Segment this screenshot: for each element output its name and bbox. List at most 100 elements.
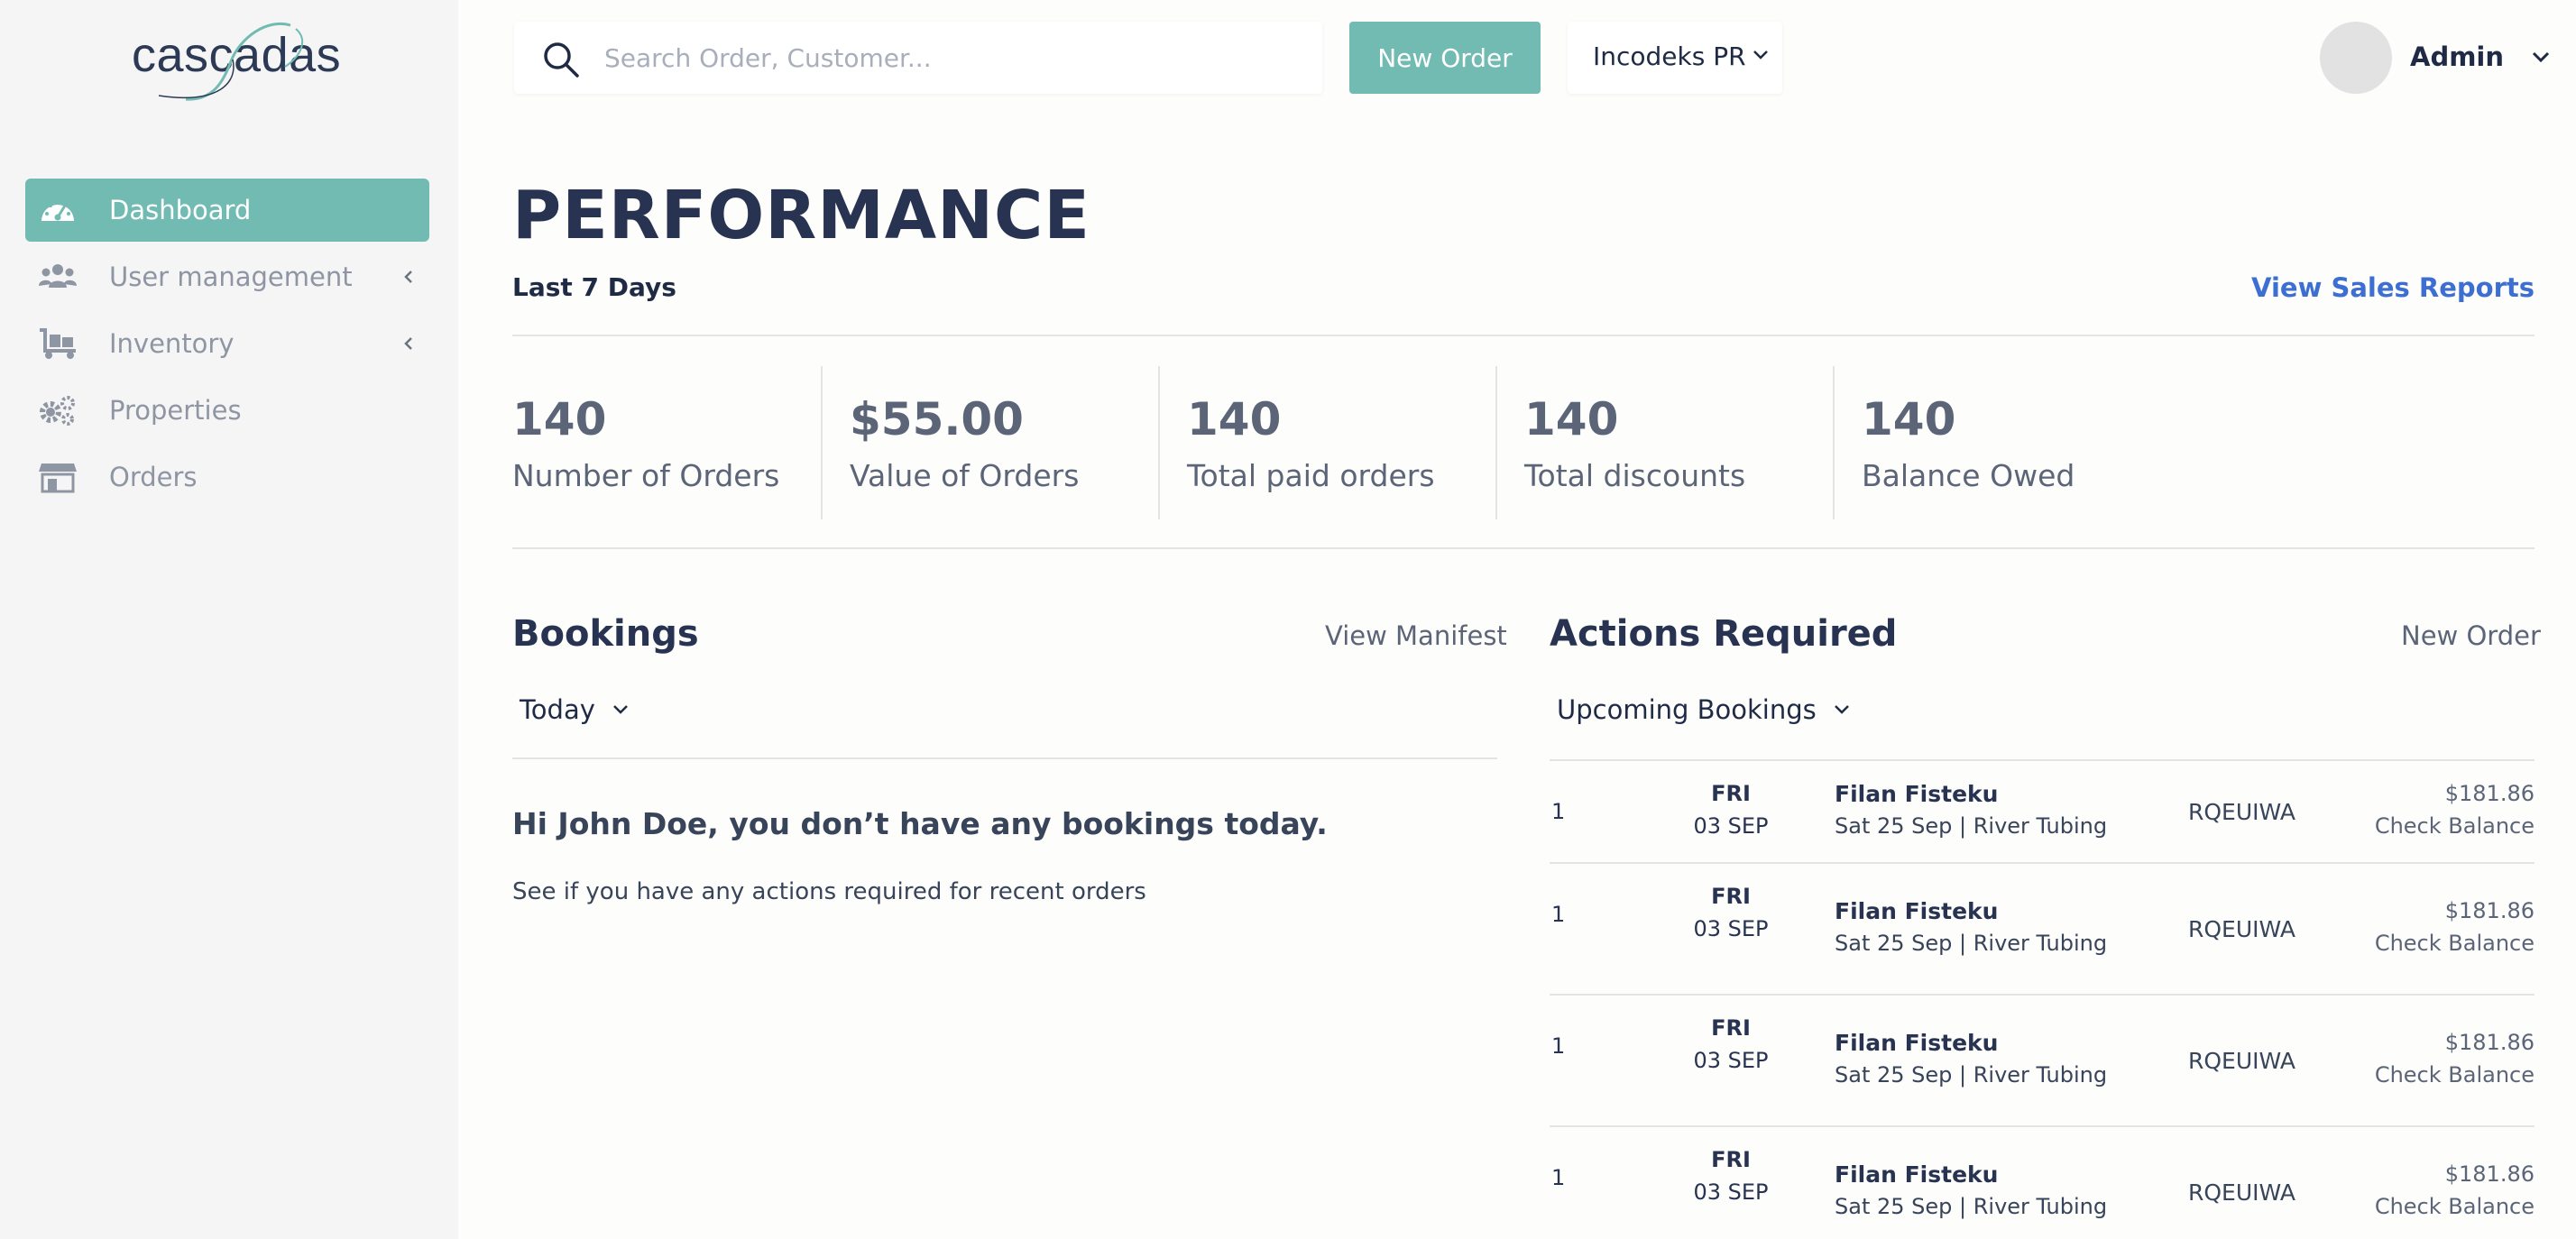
row-amount: $181.86 [2444,1161,2535,1187]
actions-table: 1 FRI 03 SEP Filan Fisteku Sat 25 Sep | … [1550,759,2535,1239]
chevron-down-icon [612,705,628,714]
sidebar-item-dashboard[interactable]: Dashboard [25,179,429,242]
stat-value: $55.00 [850,393,1024,445]
company-select-value: Incodeks PR [1593,41,1746,71]
stat-label: Total paid orders [1187,458,1435,493]
stat-value: 140 [1862,393,1956,445]
check-balance-link[interactable]: Check Balance [2375,1062,2535,1088]
row-index: 1 [1551,1033,1566,1059]
row-customer-name: Filan Fisteku [1835,1161,1999,1188]
view-manifest-link[interactable]: View Manifest [1325,620,1507,651]
row-date: 03 SEP [1693,813,1769,839]
table-row[interactable]: 1 FRI 03 SEP Filan Fisteku Sat 25 Sep | … [1550,994,2535,1125]
gears-icon [40,396,75,426]
sidebar-item-orders[interactable]: Orders [25,445,429,509]
period-label: Last 7 Days [512,272,676,302]
divider [512,757,1497,759]
row-booking-detail: Sat 25 Sep | River Tubing [1835,931,2108,956]
sidebar-nav: Dashboard User management Inventory Prop… [25,179,429,512]
check-balance-link[interactable]: Check Balance [2375,813,2535,839]
cascadas-logo[interactable]: cascadas [132,20,341,106]
row-day: FRI [1711,1147,1751,1172]
search-box [514,22,1322,94]
dolly-cart-icon [40,328,76,359]
sidebar-item-properties[interactable]: Properties [25,379,429,442]
chevron-left-icon [404,337,412,350]
logo-swoosh-icon [158,22,304,101]
row-date: 03 SEP [1693,916,1769,941]
user-name: Admin [2410,41,2505,72]
row-date: 03 SEP [1693,1048,1769,1073]
row-order-code: RQEUIWA [2188,1048,2295,1074]
row-date: 03 SEP [1693,1179,1769,1205]
new-order-button[interactable]: New Order [1349,22,1541,94]
stat-value: 140 [1187,393,1282,445]
row-booking-detail: Sat 25 Sep | River Tubing [1835,813,2108,839]
table-row[interactable]: 1 FRI 03 SEP Filan Fisteku Sat 25 Sep | … [1550,862,2535,994]
row-index: 1 [1551,799,1566,824]
stat-value: 140 [512,393,607,445]
row-day: FRI [1711,781,1751,806]
chevron-down-icon [1753,50,1768,60]
sidebar: cascadas Dashboard User management Inven… [0,0,458,1239]
chevron-down-icon [2532,51,2550,63]
check-balance-link[interactable]: Check Balance [2375,931,2535,956]
bookings-title: Bookings [512,613,699,655]
bookings-empty-message: Hi John Doe, you don’t have any bookings… [512,806,1328,841]
stat-value-of-orders: $55.00 Value of Orders [821,366,1158,519]
row-index: 1 [1551,1165,1566,1190]
check-balance-link[interactable]: Check Balance [2375,1194,2535,1219]
row-order-code: RQEUIWA [2188,1179,2295,1206]
dashboard-gauge-icon [41,200,74,221]
actions-required-title: Actions Required [1550,613,1898,655]
row-day: FRI [1711,1015,1751,1041]
stats-row: 140 Number of Orders $55.00 Value of Ord… [512,366,2199,519]
stat-balance-owed: 140 Balance Owed [1833,366,2170,519]
stat-label: Total discounts [1524,458,1746,493]
page-title: PERFORMANCE [512,177,1090,254]
store-icon [39,463,77,493]
stat-total-discounts: 140 Total discounts [1495,366,1833,519]
search-input[interactable] [604,36,1290,79]
table-row[interactable]: 1 FRI 03 SEP Filan Fisteku Sat 25 Sep | … [1550,759,2535,862]
stat-total-paid-orders: 140 Total paid orders [1158,366,1495,519]
row-order-code: RQEUIWA [2188,799,2295,825]
users-icon [39,264,77,288]
row-order-code: RQEUIWA [2188,916,2295,942]
sidebar-item-label: Inventory [109,328,235,359]
filter-value: Today [520,694,595,725]
row-customer-name: Filan Fisteku [1835,781,1999,807]
row-booking-detail: Sat 25 Sep | River Tubing [1835,1194,2108,1219]
stat-label: Balance Owed [1862,458,2075,493]
row-amount: $181.86 [2444,1030,2535,1055]
view-sales-reports-link[interactable]: View Sales Reports [2251,272,2535,303]
bookings-empty-subtext: See if you have any actions required for… [512,878,1146,905]
sidebar-item-label: Dashboard [109,195,252,225]
row-index: 1 [1551,902,1566,927]
chevron-left-icon [404,271,412,283]
row-customer-name: Filan Fisteku [1835,898,1999,924]
search-icon [544,42,579,78]
stat-value: 140 [1524,393,1619,445]
row-amount: $181.86 [2444,781,2535,806]
table-row[interactable]: 1 FRI 03 SEP Filan Fisteku Sat 25 Sep | … [1550,1125,2535,1239]
row-customer-name: Filan Fisteku [1835,1030,1999,1056]
actions-filter-select[interactable]: Upcoming Bookings [1557,694,1851,725]
user-menu[interactable]: Admin [2316,20,2551,96]
row-day: FRI [1711,884,1751,909]
company-select[interactable]: Incodeks PR [1568,22,1782,94]
sidebar-item-label: Properties [109,395,242,426]
stat-label: Value of Orders [850,458,1080,493]
divider [512,335,2535,336]
divider [512,547,2535,549]
row-booking-detail: Sat 25 Sep | River Tubing [1835,1062,2108,1088]
sidebar-item-inventory[interactable]: Inventory [25,312,429,375]
sidebar-item-label: User management [109,262,353,292]
sidebar-item-user-management[interactable]: User management [25,245,429,308]
filter-value: Upcoming Bookings [1557,694,1817,725]
row-amount: $181.86 [2444,898,2535,923]
actions-new-order-link[interactable]: New Order [2401,620,2541,651]
sidebar-item-label: Orders [109,462,198,492]
bookings-filter-select[interactable]: Today [520,694,630,725]
stat-number-of-orders: 140 Number of Orders [512,366,850,519]
